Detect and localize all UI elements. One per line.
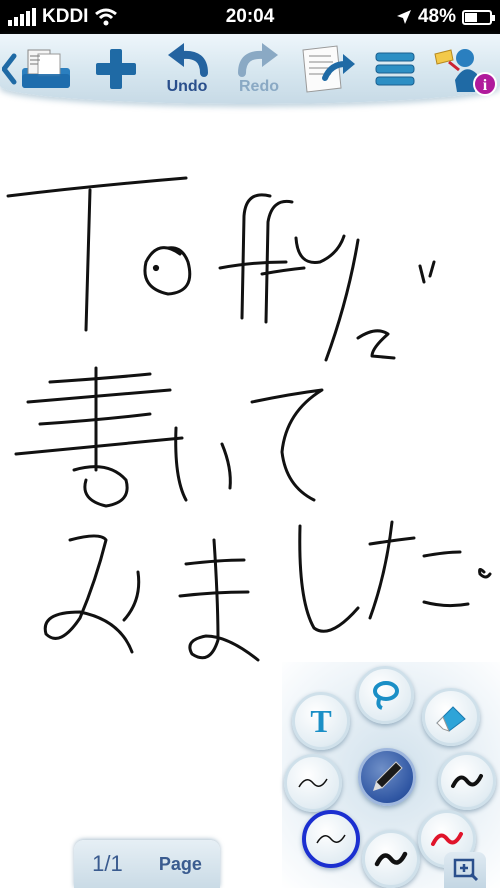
add-page-button[interactable] xyxy=(88,38,144,100)
pen-preset-thin-black[interactable] xyxy=(302,810,360,868)
info-button[interactable]: i xyxy=(428,38,500,100)
squiggle-red-icon xyxy=(431,832,463,846)
info-character-icon: i xyxy=(434,49,497,96)
notebook-folder-icon xyxy=(2,49,70,88)
battery-icon xyxy=(462,9,495,25)
redo-label: Redo xyxy=(239,77,279,95)
redo-button[interactable]: Redo xyxy=(228,38,290,100)
share-note-icon xyxy=(302,45,355,93)
undo-label: Undo xyxy=(166,77,208,95)
svg-text:i: i xyxy=(483,77,488,94)
plus-icon xyxy=(96,49,136,89)
back-to-notebooks-button[interactable] xyxy=(2,38,74,100)
pen-tool-icon xyxy=(373,761,403,791)
list-menu-icon xyxy=(375,52,415,86)
menu-button[interactable] xyxy=(370,38,420,100)
svg-text:T: T xyxy=(310,704,331,738)
pen-preset-black[interactable] xyxy=(362,830,420,888)
undo-button[interactable]: Undo xyxy=(156,38,218,100)
zoom-button[interactable] xyxy=(444,852,486,888)
text-tool-icon: T xyxy=(310,704,331,738)
pen-preset-thin-black-2[interactable] xyxy=(284,754,342,812)
zoom-in-icon xyxy=(453,858,479,882)
squiggle-thick-icon xyxy=(451,774,483,788)
page-label: Page xyxy=(158,853,202,874)
squiggle-thin-icon xyxy=(298,778,328,788)
status-bar: KDDI 20:04 48% xyxy=(0,0,500,34)
handwritten-strokes xyxy=(6,176,492,662)
page-number: 1/1 xyxy=(92,851,123,876)
redo-arrow-icon xyxy=(238,42,278,77)
squiggle-black-icon xyxy=(374,851,408,867)
share-button[interactable] xyxy=(296,38,358,100)
eraser-tool-button[interactable] xyxy=(422,688,480,746)
pen-tool-button[interactable] xyxy=(358,748,416,806)
lasso-tool-icon xyxy=(373,681,399,710)
battery-percent: 48% xyxy=(417,6,456,27)
squiggle-selected-icon xyxy=(316,834,346,844)
pen-preset-thick-black[interactable] xyxy=(438,752,496,810)
toolbar: Undo Redo i xyxy=(0,34,500,104)
eraser-tool-icon xyxy=(436,706,466,732)
undo-arrow-icon xyxy=(168,42,208,77)
location-arrow-icon xyxy=(396,10,411,24)
text-tool-button[interactable]: T xyxy=(292,692,350,750)
page-indicator[interactable]: 1/1 Page xyxy=(74,840,220,888)
lasso-tool-button[interactable] xyxy=(356,666,414,724)
